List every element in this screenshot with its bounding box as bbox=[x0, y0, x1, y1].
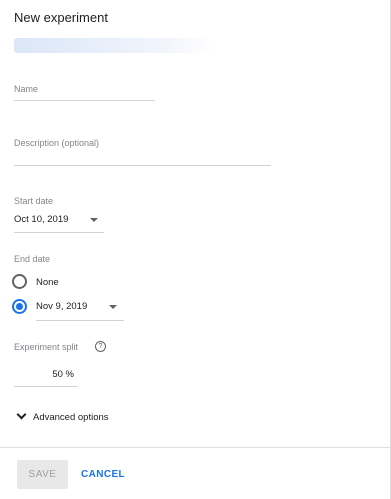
description-underline bbox=[14, 165, 271, 166]
advanced-options-toggle[interactable]: Advanced options bbox=[14, 408, 124, 426]
chevron-down-icon bbox=[109, 305, 117, 309]
chevron-down-icon bbox=[90, 218, 98, 222]
footer-divider bbox=[0, 447, 390, 448]
name-input[interactable]: Name bbox=[14, 84, 38, 94]
end-date-date-radio[interactable] bbox=[12, 299, 27, 314]
redacted-subtitle bbox=[14, 38, 212, 53]
description-label: Description (optional) bbox=[14, 138, 100, 148]
experiment-split-value: 50 bbox=[52, 369, 63, 380]
name-underline bbox=[14, 100, 155, 101]
experiment-split-input[interactable]: 50 % bbox=[14, 364, 78, 386]
experiment-split-label: Experiment split bbox=[14, 342, 79, 352]
description-input[interactable]: Description (optional) bbox=[14, 138, 99, 148]
end-date-value: Nov 9, 2019 bbox=[36, 301, 88, 312]
experiment-split-unit: % bbox=[65, 369, 74, 380]
cancel-button[interactable]: CANCEL bbox=[76, 460, 130, 489]
chevron-down-icon bbox=[16, 409, 27, 420]
start-date-underline bbox=[14, 232, 104, 233]
start-date-select[interactable]: Oct 10, 2019 bbox=[14, 209, 104, 233]
start-date-label: Start date bbox=[14, 196, 54, 206]
name-label: Name bbox=[14, 84, 39, 94]
start-date-value: Oct 10, 2019 bbox=[14, 214, 69, 225]
save-button[interactable]: SAVE bbox=[17, 460, 68, 489]
end-date-none-radio[interactable] bbox=[12, 274, 27, 289]
end-date-none-label: None bbox=[36, 277, 59, 288]
end-date-select[interactable]: Nov 9, 2019 bbox=[36, 296, 124, 320]
end-date-label: End date bbox=[14, 254, 51, 264]
dialog-title: New experiment bbox=[14, 10, 108, 25]
end-date-underline bbox=[36, 320, 124, 321]
experiment-split-underline bbox=[14, 386, 78, 387]
help-circle-icon[interactable]: ? bbox=[95, 341, 106, 352]
new-experiment-dialog: New experiment Name Description (optiona… bbox=[0, 0, 391, 499]
advanced-options-label: Advanced options bbox=[33, 412, 109, 423]
